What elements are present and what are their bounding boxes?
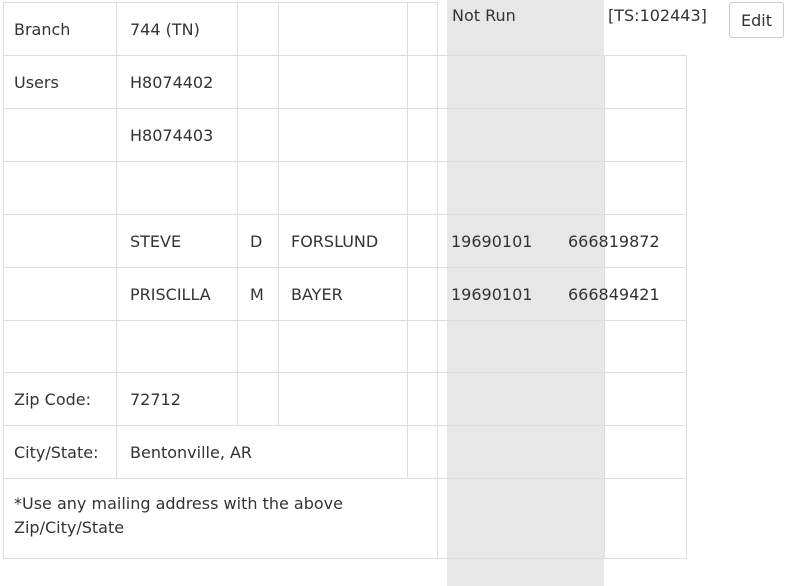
city-state-value: Bentonville, AR (130, 442, 253, 462)
person-1-last-name: FORSLUND (291, 231, 379, 251)
user-id-1: H8074402 (130, 72, 214, 92)
person-2-last-name: BAYER (291, 284, 343, 304)
zip-code-label: Zip Code: (14, 389, 91, 409)
person-2-dob: 19690101 (451, 284, 533, 304)
zip-code-value: 72712 (130, 389, 181, 409)
ticket-id: [TS:102443] (608, 6, 707, 25)
user-id-2: H8074403 (130, 125, 214, 145)
city-state-label: City/State: (14, 442, 99, 462)
person-1-first-name: STEVE (130, 231, 182, 251)
person-1-dob: 19690101 (451, 231, 533, 251)
branch-value: 744 (TN) (130, 19, 200, 39)
person-2-middle-initial: M (250, 284, 264, 304)
person-2-ssn: 666849421 (568, 284, 660, 304)
mailing-address-note: *Use any mailing address with the above … (14, 494, 343, 537)
users-label: Users (14, 72, 59, 92)
edit-button[interactable]: Edit (729, 2, 784, 38)
person-1-middle-initial: D (250, 231, 263, 251)
person-1-ssn: 666819872 (568, 231, 660, 251)
person-2-first-name: PRISCILLA (130, 284, 211, 304)
branch-label: Branch (14, 19, 71, 39)
run-status-text: Not Run (452, 6, 516, 25)
